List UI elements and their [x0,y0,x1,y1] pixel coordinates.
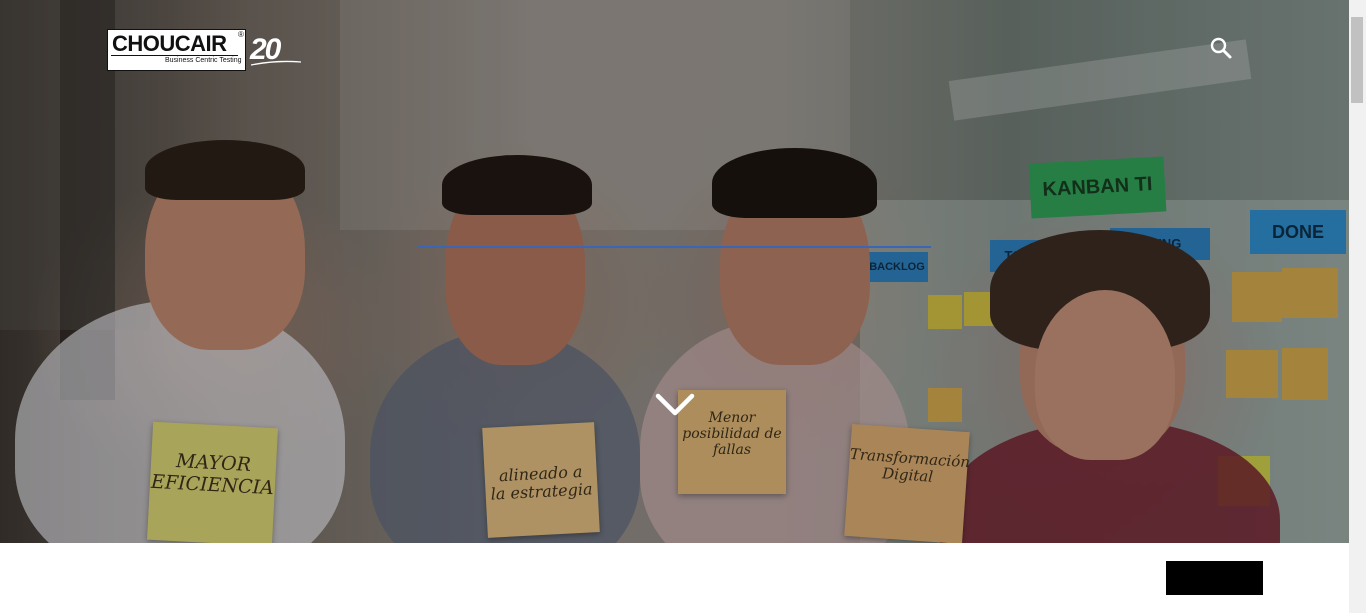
page: KANBAN TI BACKLOG TO DO DOING DONE MAYOR… [0,0,1366,613]
scroll-down-button[interactable] [654,390,696,420]
logo-wordmark: CHOUCAIR [112,31,227,56]
slide-progress-line [418,246,931,248]
logo-divider [111,55,238,56]
action-button[interactable] [1166,561,1263,595]
search-button[interactable] [1208,35,1234,61]
brand-logo[interactable]: CHOUCAIR ® Business Centric Testing 20 [107,29,303,72]
logo-swoosh [250,60,302,66]
search-icon [1210,37,1232,59]
scrollbar-thumb[interactable] [1351,17,1363,103]
logo-tagline: Business Centric Testing [165,57,242,64]
hero-banner: KANBAN TI BACKLOG TO DO DOING DONE MAYOR… [0,0,1349,543]
chevron-down-icon [655,393,695,416]
page-scrollbar[interactable] [1349,0,1366,613]
logo-registered-mark: ® [238,30,244,39]
hero-overlay [0,0,1349,543]
